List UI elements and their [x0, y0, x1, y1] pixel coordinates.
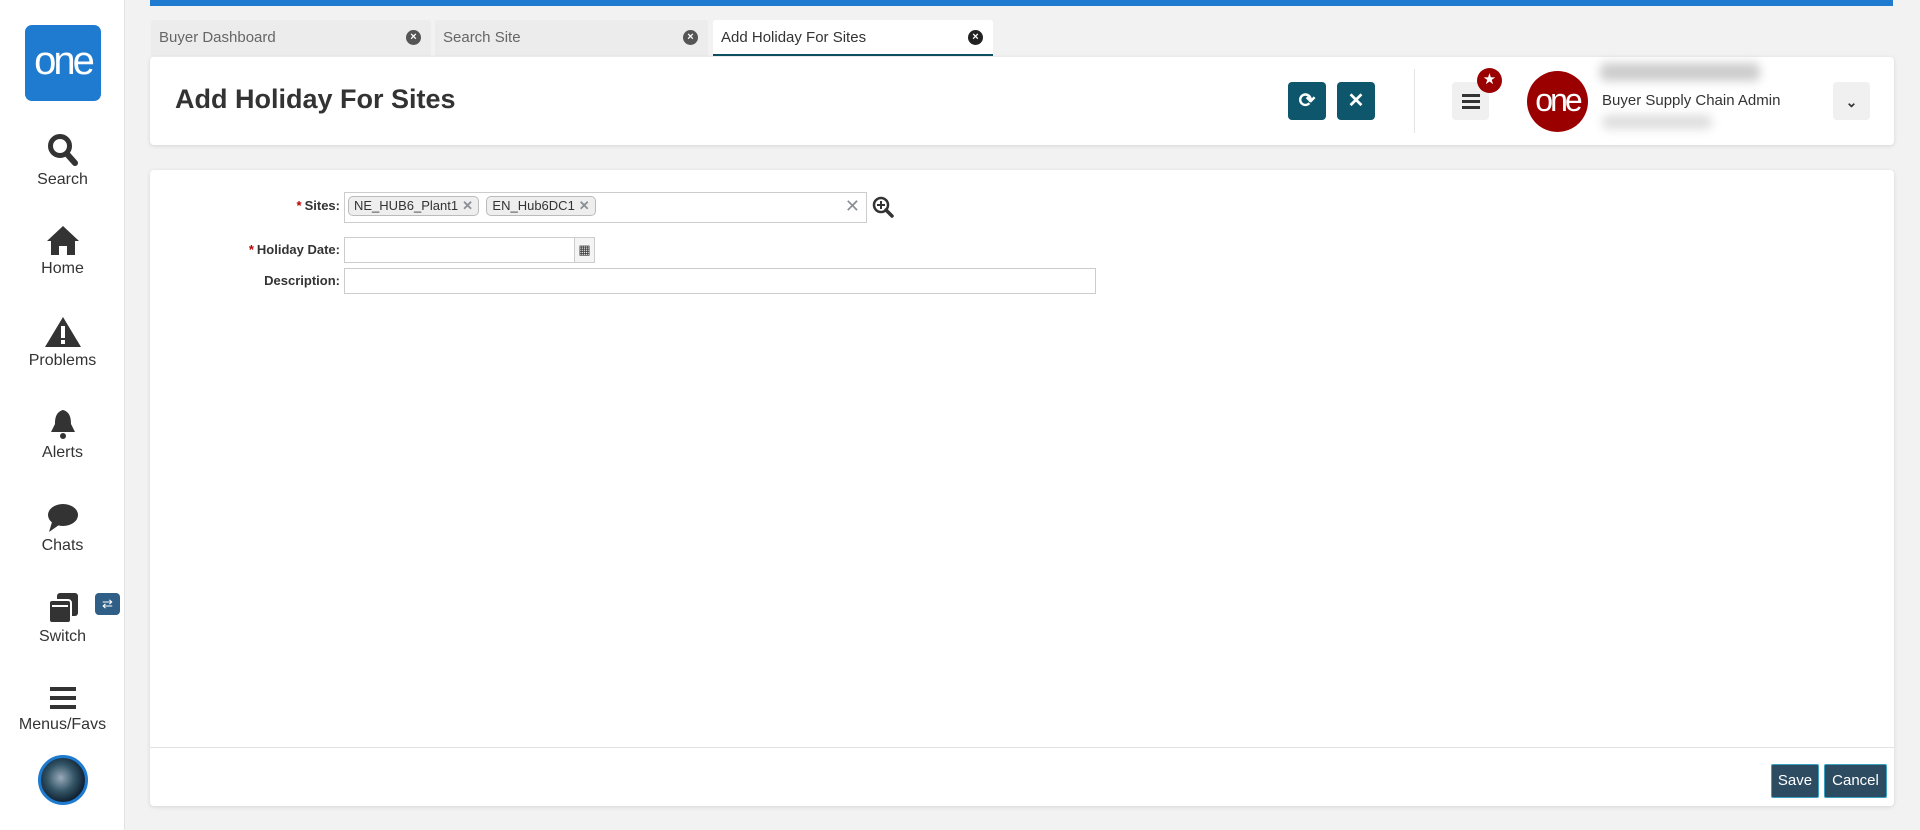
sidebar: one Search Home Problems Alerts Chats Sw… [0, 0, 125, 830]
sidebar-item-menus-favs[interactable]: Menus/Favs [0, 684, 125, 734]
bell-icon [50, 410, 75, 439]
page-title: Add Holiday For Sites [175, 84, 456, 114]
app-logo[interactable]: one [25, 25, 101, 101]
site-chip-label: EN_Hub6DC1 [492, 198, 575, 213]
sidebar-item-label: Menus/Favs [18, 716, 107, 733]
close-tab-icon[interactable]: × [406, 30, 421, 45]
description-input[interactable] [344, 268, 1096, 294]
user-role: Buyer Supply Chain Admin [1602, 92, 1781, 109]
form-panel: * Sites: NE_HUB6_Plant1 ✕ EN_Hub6DC1 ✕ ✕ * H… [150, 170, 1894, 806]
page-header: Add Holiday For Sites ⟳ ✕ ★ one Buyer Su… [150, 57, 1894, 145]
save-button[interactable]: Save [1771, 764, 1819, 798]
description-label: Description: [264, 273, 340, 288]
chat-icon [47, 504, 78, 532]
footer-divider [150, 747, 1894, 748]
home-icon [46, 226, 79, 255]
tab-label: Add Holiday For Sites [721, 29, 867, 46]
sidebar-item-problems[interactable]: Problems [0, 316, 125, 370]
user-avatar[interactable] [38, 755, 88, 805]
cancel-button[interactable]: Cancel [1824, 764, 1887, 798]
divider [1414, 69, 1415, 133]
company-logo: one [1527, 71, 1588, 132]
tab-add-holiday-for-sites[interactable]: Add Holiday For Sites × [713, 20, 993, 56]
close-tab-icon[interactable]: × [968, 30, 983, 45]
user-menu-dropdown[interactable]: ⌄ [1833, 82, 1870, 120]
holiday-date-input[interactable]: ▦ [344, 237, 595, 263]
user-org-redacted [1602, 115, 1712, 129]
holiday-date-label: * Holiday Date: [248, 242, 340, 257]
switch-arrows-icon[interactable]: ⇄ [95, 593, 120, 615]
close-tab-icon[interactable]: × [683, 30, 698, 45]
refresh-button[interactable]: ⟳ [1288, 82, 1326, 120]
switch-icon [47, 593, 78, 624]
calendar-icon[interactable]: ▦ [574, 238, 594, 262]
sidebar-item-chats[interactable]: Chats [0, 503, 125, 555]
remove-chip-icon[interactable]: ✕ [462, 198, 473, 213]
remove-chip-icon[interactable]: ✕ [579, 198, 590, 213]
sites-label: * Sites: [296, 198, 340, 213]
user-name-redacted [1600, 63, 1760, 81]
warning-icon [44, 317, 81, 347]
sidebar-item-home[interactable]: Home [0, 224, 125, 278]
tab-buyer-dashboard[interactable]: Buyer Dashboard × [151, 20, 431, 56]
tab-label: Buyer Dashboard [159, 29, 276, 46]
search-icon [47, 134, 78, 166]
star-badge-icon: ★ [1477, 68, 1502, 93]
site-chip: NE_HUB6_Plant1 ✕ [348, 196, 479, 216]
sidebar-item-label: Problems [28, 352, 97, 369]
chevron-down-icon: ⌄ [1845, 94, 1858, 110]
menu-icon [1461, 94, 1480, 109]
sidebar-item-search[interactable]: Search [0, 133, 125, 189]
sidebar-item-label: Alerts [42, 444, 83, 461]
sidebar-item-label: Switch [38, 628, 87, 645]
sidebar-item-label: Home [41, 260, 84, 277]
sites-input[interactable]: NE_HUB6_Plant1 ✕ EN_Hub6DC1 ✕ ✕ [344, 192, 867, 223]
site-chip-label: NE_HUB6_Plant1 [354, 198, 459, 213]
clear-icon[interactable]: ✕ [845, 196, 860, 217]
menu-icon [49, 687, 76, 709]
sidebar-item-label: Search [37, 171, 88, 188]
sidebar-item-label: Chats [41, 537, 84, 554]
search-lookup-icon[interactable] [872, 196, 894, 218]
top-accent-bar [150, 0, 1893, 6]
site-chip: EN_Hub6DC1 ✕ [486, 196, 596, 216]
tab-search-site[interactable]: Search Site × [435, 20, 708, 56]
sidebar-item-alerts[interactable]: Alerts [0, 408, 125, 462]
tab-label: Search Site [443, 29, 521, 46]
close-button[interactable]: ✕ [1337, 82, 1375, 120]
